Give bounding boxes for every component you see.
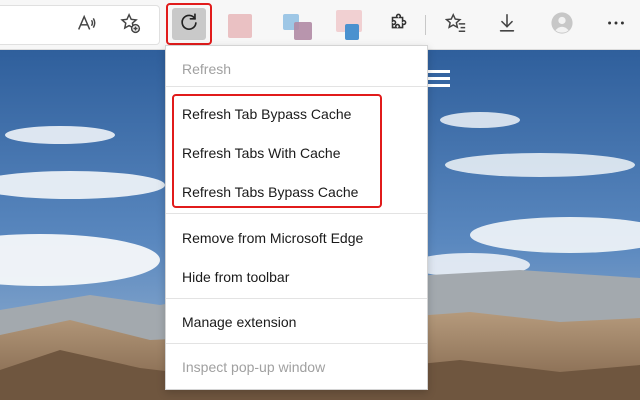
menu-item-inspect-popup: Inspect pop-up window [182,359,326,375]
refresh-icon [178,11,200,38]
read-aloud-button[interactable] [68,7,104,43]
blurred-extension-icon [345,24,359,40]
menu-item-manage-extension[interactable]: Manage extension [182,314,296,330]
refresh-extension-button[interactable] [166,3,212,45]
avatar-icon [551,11,573,39]
extensions-button[interactable] [380,7,416,43]
browser-toolbar [0,0,640,50]
puzzle-icon [387,12,409,39]
menu-item-hide-from-toolbar[interactable]: Hide from toolbar [182,269,289,285]
menu-divider [166,343,427,344]
blurred-extension-icon[interactable] [228,14,252,38]
add-favorite-button[interactable] [112,7,148,43]
menu-item-refresh-tabs-bypass-cache[interactable]: Refresh Tabs Bypass Cache [182,184,358,200]
menu-divider [166,298,427,299]
downloads-button[interactable] [489,7,525,43]
extension-context-menu: Refresh Refresh Tab Bypass Cache Refresh… [165,45,428,390]
ellipsis-icon [605,12,627,39]
profile-button[interactable] [544,7,580,43]
menu-item-refresh-tab-bypass-cache[interactable]: Refresh Tab Bypass Cache [182,106,351,122]
page-hamburger-icon[interactable] [428,70,450,88]
star-plus-icon [119,12,141,39]
menu-item-refresh-tabs-with-cache[interactable]: Refresh Tabs With Cache [182,145,340,161]
favorites-button[interactable] [438,7,474,43]
menu-divider [166,86,427,87]
refresh-button-pressed-state [172,8,206,40]
download-icon [496,12,518,39]
favorites-star-icon [444,12,467,39]
more-options-button[interactable] [598,7,634,43]
menu-divider [166,213,427,214]
read-aloud-icon [75,12,97,39]
toolbar-divider [425,15,426,35]
menu-header-refresh: Refresh [182,61,232,77]
blurred-extension-icon [294,22,312,40]
menu-item-remove-from-edge[interactable]: Remove from Microsoft Edge [182,230,363,246]
